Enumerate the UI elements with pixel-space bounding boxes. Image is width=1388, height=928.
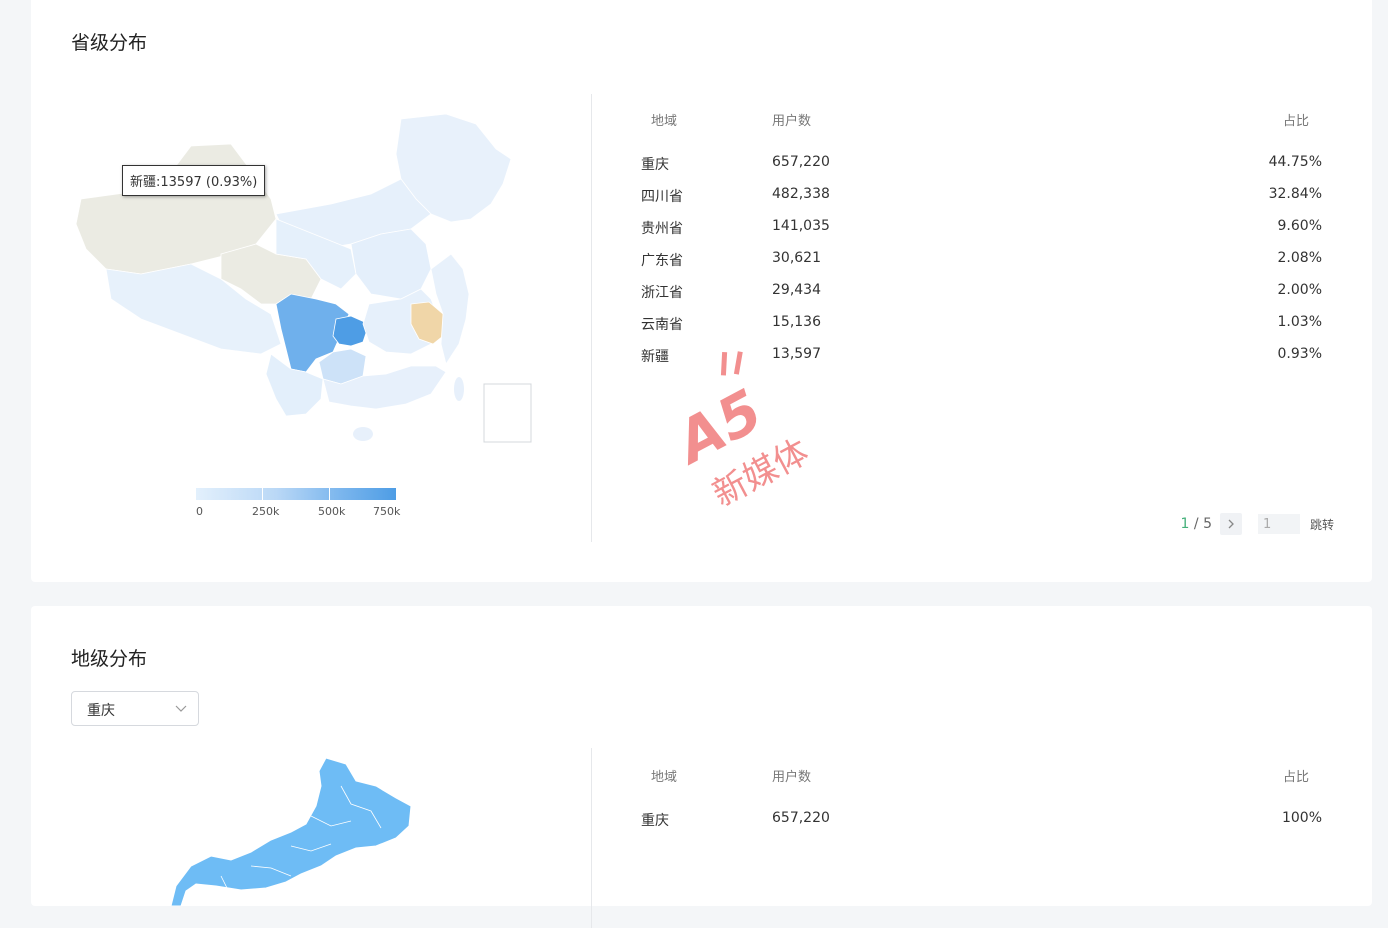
cell-ratio: 2.00% [1277, 282, 1322, 298]
table-row: 重庆 657,220 100% [641, 810, 1322, 842]
legend-gradient-bar[interactable] [196, 488, 396, 500]
table-row: 广东省 30,621 2.08% [641, 250, 1322, 282]
table-header-row: 地域 用户数 占比 [641, 766, 1322, 810]
chevron-down-icon [175, 705, 187, 712]
cell-region: 重庆 [641, 813, 669, 829]
cell-ratio: 1.03% [1277, 314, 1322, 330]
south-china-sea-inset [483, 383, 532, 443]
cell-ratio: 32.84% [1268, 186, 1322, 202]
map-legend: 0 250k 500k 750k [196, 488, 400, 521]
cell-region: 广东省 [641, 253, 683, 269]
province-distribution-card: 省级分布 新疆:13597 (0.93%) 0 250k 500k 750k 地… [31, 0, 1372, 582]
page-separator: / [1189, 516, 1204, 532]
city-table: 地域 用户数 占比 重庆 657,220 100% [641, 766, 1322, 842]
header-users: 用户数 [772, 770, 812, 785]
header-users: 用户数 [772, 114, 812, 129]
legend-ticks: 0 250k 500k 750k [196, 505, 400, 521]
map-region-chongqing [332, 315, 370, 347]
watermark-logo: A5 新媒体 [662, 351, 815, 515]
cell-users: 657,220 [772, 154, 830, 170]
table-row: 贵州省 141,035 9.60% [641, 218, 1322, 250]
page-jump-input[interactable] [1257, 514, 1300, 534]
cell-ratio: 100% [1281, 810, 1322, 826]
chongqing-map[interactable] [171, 756, 431, 906]
cell-users: 29,434 [772, 282, 821, 298]
next-page-button[interactable] [1219, 513, 1242, 535]
table-row: 浙江省 29,434 2.00% [641, 282, 1322, 314]
cell-ratio: 0.93% [1277, 346, 1322, 362]
cell-ratio: 9.60% [1277, 218, 1322, 234]
province-table: 地域 用户数 占比 重庆 657,220 44.75% 四川省 482,338 … [641, 110, 1322, 378]
table-row: 云南省 15,136 1.03% [641, 314, 1322, 346]
chevron-right-icon [1228, 519, 1234, 529]
header-region: 地域 [651, 770, 678, 785]
legend-tick-1: 250k [252, 505, 280, 518]
header-ratio: 占比 [1282, 114, 1309, 129]
cell-users: 15,136 [772, 314, 821, 330]
map-region-taiwan [454, 377, 464, 401]
section-divider [591, 94, 592, 542]
cell-region: 四川省 [641, 189, 683, 205]
pagination: 1 / 5 跳转 [1181, 512, 1334, 536]
cell-region: 浙江省 [641, 285, 683, 301]
table-row: 四川省 482,338 32.84% [641, 186, 1322, 218]
cell-ratio: 2.08% [1277, 250, 1322, 266]
jump-button[interactable]: 跳转 [1310, 516, 1334, 533]
legend-tick-3: 750k [373, 505, 401, 518]
cell-region: 贵州省 [641, 221, 683, 237]
province-select[interactable]: 重庆 [71, 691, 199, 726]
province-section-title: 省级分布 [71, 32, 148, 54]
cell-users: 482,338 [772, 186, 830, 202]
table-header-row: 地域 用户数 占比 [641, 110, 1322, 154]
section-divider [591, 748, 592, 928]
page-total: 5 [1203, 516, 1212, 532]
cell-users: 30,621 [772, 250, 821, 266]
map-region-chongqing-city [171, 757, 431, 906]
province-select-value: 重庆 [87, 703, 115, 719]
cell-users: 657,220 [772, 810, 830, 826]
map-tooltip: 新疆:13597 (0.93%) [122, 165, 266, 196]
page-current: 1 [1180, 516, 1190, 532]
city-distribution-card: 地级分布 重庆 地域 用户数 占比 重庆 657,220 100% [31, 606, 1372, 928]
legend-tick-2: 500k [318, 505, 346, 518]
table-row: 重庆 657,220 44.75% [641, 154, 1322, 186]
header-region: 地域 [651, 114, 678, 129]
cell-ratio: 44.75% [1268, 154, 1322, 170]
header-ratio: 占比 [1282, 770, 1309, 785]
cell-region: 重庆 [641, 157, 669, 173]
china-map[interactable] [71, 104, 541, 464]
cell-region: 云南省 [641, 317, 683, 333]
city-section-title: 地级分布 [71, 648, 148, 670]
cell-users: 141,035 [772, 218, 830, 234]
legend-tick-0: 0 [196, 505, 203, 518]
map-region-hainan [353, 427, 373, 441]
